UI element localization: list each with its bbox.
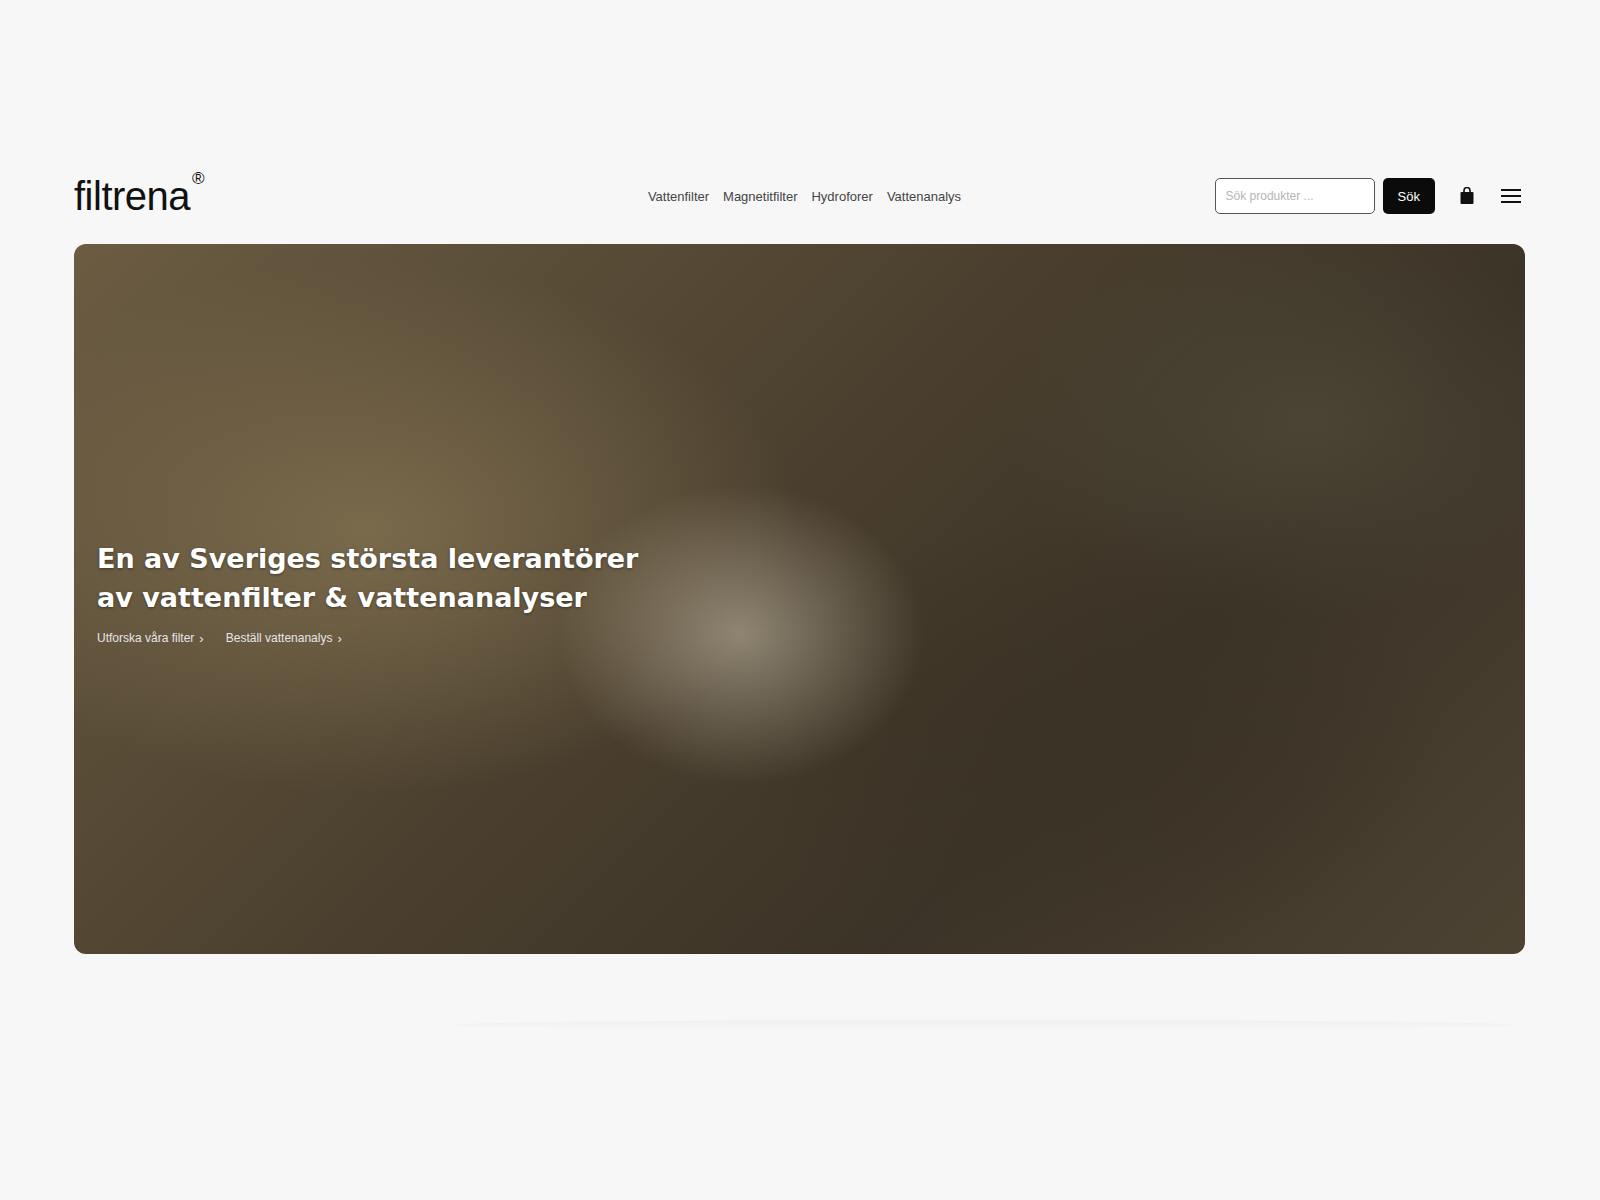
cart-button[interactable] <box>1455 183 1479 209</box>
hero-link-label: Utforska våra filter <box>97 631 194 645</box>
shopping-bag-icon <box>1459 187 1475 205</box>
nav-link[interactable]: Hydroforer <box>811 189 872 204</box>
registered-mark: ® <box>192 170 205 187</box>
logo-text: filtrena <box>74 174 190 218</box>
hamburger-icon <box>1501 188 1521 204</box>
hero-title-line: En av Sveriges största leverantörer <box>97 539 638 578</box>
logo[interactable]: filtrena® <box>74 174 374 218</box>
page: filtrena® Vattenfilter Magnetitfilter Hydro… <box>0 0 1600 1200</box>
nav-link[interactable]: Magnetitfilter <box>723 189 797 204</box>
hero-title-line: av vattenfilter & vattenanalyser <box>97 578 638 617</box>
site-header: filtrena® Vattenfilter Magnetitfilter Hydro… <box>74 174 1525 218</box>
search-input[interactable] <box>1215 178 1375 214</box>
hero-link[interactable]: Beställ vattenanalys › <box>226 631 342 646</box>
chevron-icon: › <box>337 631 341 646</box>
menu-button[interactable] <box>1497 184 1525 208</box>
hero-content: En av Sveriges största leverantörerav va… <box>97 539 638 646</box>
header-tools: Sök <box>1195 178 1525 214</box>
hero-links: Utforska våra filter›Beställ vattenanaly… <box>97 631 638 646</box>
hero-title: En av Sveriges största leverantörerav va… <box>97 539 638 617</box>
hero-banner: En av Sveriges största leverantörerav va… <box>74 244 1525 954</box>
hero-link-label: Beställ vattenanalys <box>226 631 333 645</box>
chevron-icon: › <box>199 631 203 646</box>
main-nav: Vattenfilter Magnetitfilter Hydroforer Vatt… <box>648 189 961 204</box>
nav-link[interactable]: Vattenanalys <box>887 189 961 204</box>
hero-shadow <box>454 1020 1513 1030</box>
hero-link[interactable]: Utforska våra filter › <box>97 631 204 646</box>
search-button[interactable]: Sök <box>1383 178 1435 214</box>
nav-link[interactable]: Vattenfilter <box>648 189 709 204</box>
